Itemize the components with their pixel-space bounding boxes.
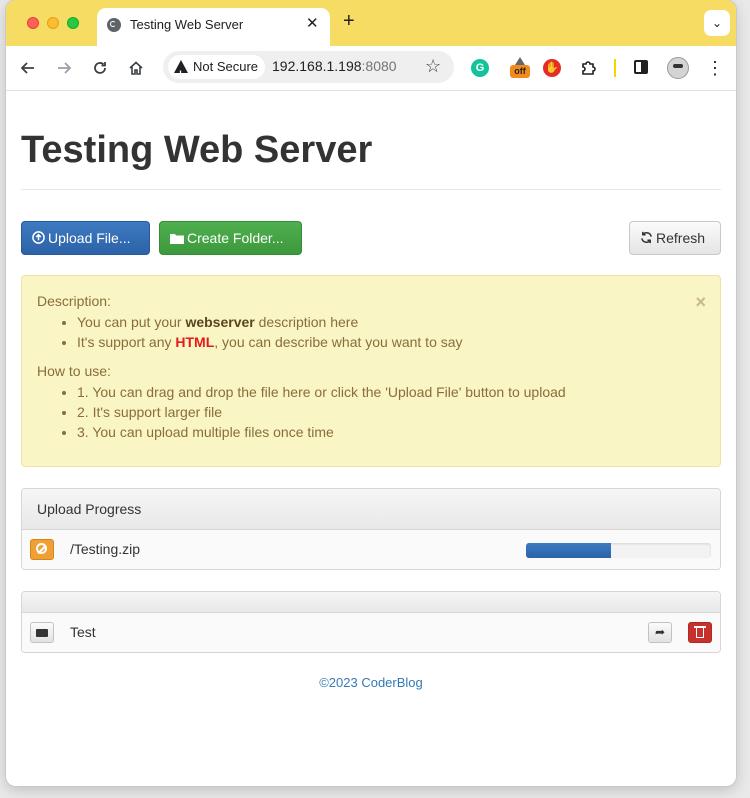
description-alert: × Description: You can put your webserve…: [21, 275, 721, 467]
browser-toolbar: Not Secure 192.168.1.198:8080 ☆ G off ✋ …: [6, 46, 736, 91]
trash-icon[interactable]: [688, 622, 712, 643]
refresh-icon: [640, 222, 653, 254]
howto-label: How to use:: [37, 363, 111, 379]
globe-icon: [107, 18, 121, 32]
refresh-label: Refresh: [656, 230, 706, 246]
tab-title: Testing Web Server: [130, 17, 244, 32]
window-close-button[interactable]: [27, 17, 39, 29]
folder-name[interactable]: Test: [70, 624, 96, 640]
home-button[interactable]: [124, 56, 148, 80]
url-port: :8080: [361, 58, 397, 74]
create-folder-label: Create Folder...: [187, 230, 284, 246]
list-item: 3. You can upload multiple files once ti…: [77, 422, 566, 442]
star-icon[interactable]: ☆: [425, 56, 441, 77]
url-text[interactable]: 192.168.1.198:8080: [272, 58, 397, 74]
desc-text: You can put your: [77, 314, 186, 330]
panel-heading: Upload Progress: [22, 489, 720, 530]
address-bar[interactable]: Not Secure 192.168.1.198:8080 ☆: [163, 51, 454, 86]
folder-icon: [170, 222, 184, 254]
url-host: 192.168.1.198: [272, 58, 362, 74]
tab-active[interactable]: Testing Web Server ✕: [97, 8, 330, 46]
howto-list: 1. You can drag and drop the file here o…: [58, 382, 566, 442]
tab-search-button[interactable]: ⌄: [704, 10, 730, 36]
profile-avatar[interactable]: [667, 57, 689, 79]
file-list-panel: Test ➦: [21, 591, 721, 653]
divider: [21, 189, 721, 190]
page-content: Testing Web Server Upload File... Create…: [6, 91, 736, 786]
upload-progress-panel: Upload Progress /Testing.zip: [21, 488, 721, 570]
list-item: You can put your webserver description h…: [77, 312, 463, 332]
description-list: You can put your webserver description h…: [58, 312, 463, 352]
page-title: Testing Web Server: [21, 129, 373, 171]
desc-highlight: HTML: [175, 334, 215, 350]
reload-icon: [94, 62, 106, 74]
block-extension-icon[interactable]: ✋: [543, 59, 561, 77]
tab-close-icon[interactable]: ✕: [306, 14, 319, 32]
window-maximize-button[interactable]: [67, 17, 79, 29]
kebab-menu-icon[interactable]: ⋮: [706, 57, 724, 79]
forward-button[interactable]: [52, 56, 76, 80]
off-extension-badge: off: [510, 65, 530, 78]
arrow-right-icon: [58, 62, 72, 74]
side-panel-icon[interactable]: [634, 60, 648, 74]
panel-heading: [22, 592, 720, 613]
list-item: /Testing.zip: [22, 530, 720, 569]
refresh-button[interactable]: Refresh: [629, 221, 721, 255]
upload-file-name: /Testing.zip: [70, 541, 141, 557]
upload-file-button[interactable]: Upload File...: [21, 221, 150, 255]
tab-strip: Testing Web Server ✕ + ⌄: [6, 0, 736, 46]
create-folder-button[interactable]: Create Folder...: [159, 221, 302, 255]
arrow-left-icon: [20, 62, 34, 74]
description-label: Description:: [37, 293, 111, 309]
upload-circle-icon: [32, 222, 45, 254]
browser-window: Testing Web Server ✕ + ⌄ Not Secure 192.…: [6, 0, 736, 786]
toolbar-separator: [614, 59, 616, 77]
desc-text: It's support any: [77, 334, 176, 350]
share-icon[interactable]: ➦: [648, 622, 672, 643]
list-item[interactable]: Test ➦: [22, 613, 720, 652]
desc-highlight: webserver: [185, 314, 255, 330]
list-item: 2. It's support larger file: [77, 402, 566, 422]
off-extension-triangle: [515, 57, 525, 65]
window-minimize-button[interactable]: [47, 17, 59, 29]
list-item: It's support any HTML, you can describe …: [77, 332, 463, 352]
desc-text: , you can describe what you want to say: [214, 334, 463, 350]
off-extension-icon[interactable]: off: [510, 57, 530, 78]
cancel-upload-icon[interactable]: [30, 539, 54, 560]
folder-open-icon[interactable]: [30, 622, 54, 643]
upload-file-label: Upload File...: [48, 230, 131, 246]
warning-icon: [174, 60, 188, 86]
alert-close-icon[interactable]: ×: [695, 292, 706, 313]
back-button[interactable]: [16, 56, 40, 80]
puzzle-icon: [582, 61, 596, 75]
reload-button[interactable]: [88, 56, 112, 80]
desc-text: description here: [254, 314, 359, 330]
list-item: 1. You can drag and drop the file here o…: [77, 382, 566, 402]
extensions-puzzle-icon[interactable]: [580, 59, 598, 77]
new-tab-button[interactable]: +: [343, 11, 355, 31]
home-icon: [129, 61, 143, 75]
grammarly-extension-icon[interactable]: G: [471, 59, 489, 77]
progress-bar: [526, 543, 711, 558]
security-chip[interactable]: Not Secure: [168, 55, 265, 86]
progress-fill: [526, 543, 612, 558]
footer-link[interactable]: ©2023 CoderBlog: [6, 675, 736, 690]
security-label: Not Secure: [193, 59, 259, 74]
